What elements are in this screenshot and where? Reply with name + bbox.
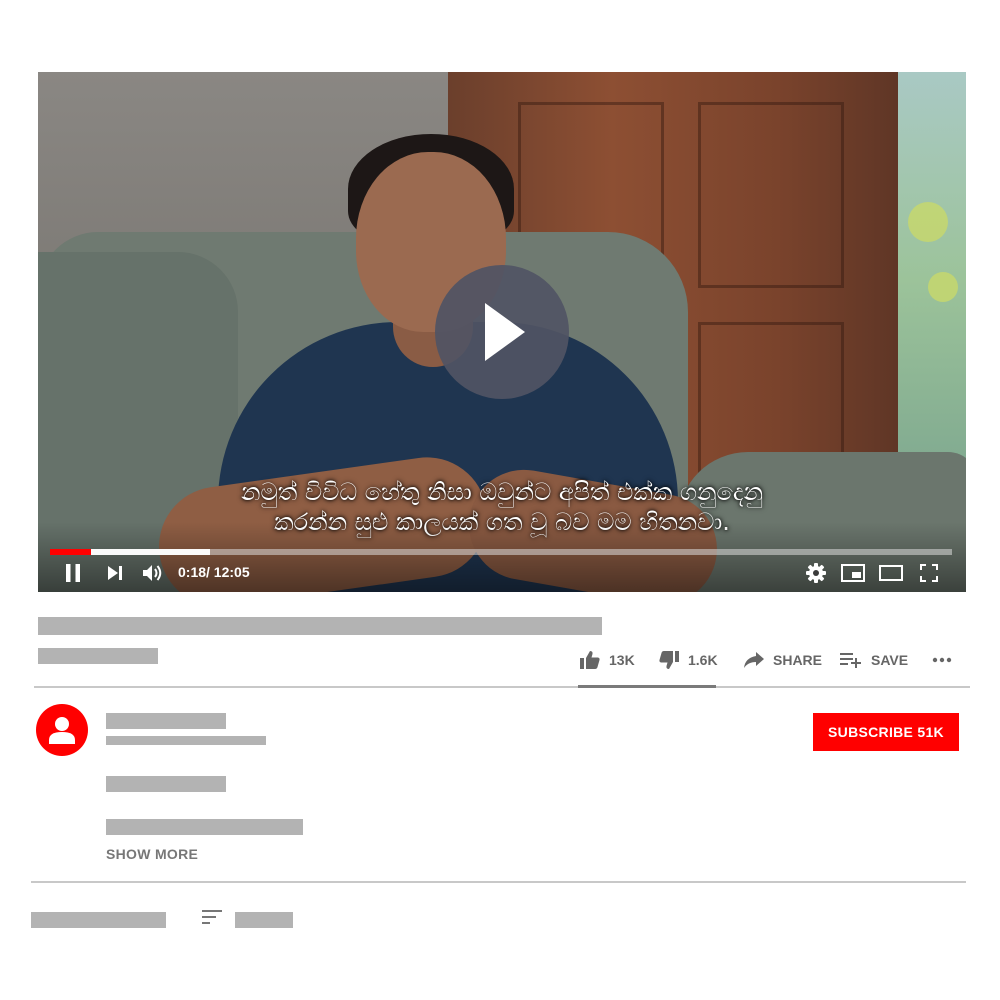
description-placeholder <box>106 776 226 792</box>
user-icon <box>49 717 75 744</box>
duration: / 12:05 <box>206 564 250 580</box>
thumbs-up-icon <box>580 651 600 669</box>
view-count-placeholder <box>38 648 158 664</box>
miniplayer-icon <box>841 564 865 582</box>
more-horizontal-icon <box>932 657 952 663</box>
comment-count-placeholder <box>31 912 166 928</box>
next-icon <box>108 566 122 580</box>
like-button[interactable]: 13K <box>580 648 635 672</box>
subtitle-line: නමුත් විවිධ හේතු නිසා ඔවුන්ට අපිත් එක්ක … <box>241 478 763 506</box>
video-player[interactable]: නමුත් විවිධ හේතු නිසා ඔවුන්ට අපිත් එක්ක … <box>38 72 966 592</box>
big-play-button[interactable] <box>435 265 569 399</box>
fullscreen-button[interactable] <box>918 562 940 584</box>
theater-icon <box>879 565 903 581</box>
theater-button[interactable] <box>878 562 904 584</box>
share-label: SHARE <box>773 652 823 668</box>
current-time: 0:18 <box>178 564 207 580</box>
like-count: 13K <box>609 652 635 668</box>
dislike-button[interactable]: 1.6K <box>659 648 718 672</box>
more-actions-button[interactable] <box>932 648 961 672</box>
sort-icon <box>202 910 222 924</box>
save-button[interactable]: SAVE <box>840 648 908 672</box>
subscribe-button[interactable]: SUBSCRIBE 51K <box>813 713 959 751</box>
played-bar <box>50 549 91 555</box>
channel-name-placeholder <box>106 713 226 729</box>
pause-button[interactable] <box>62 562 84 584</box>
pause-icon <box>66 564 80 582</box>
share-icon <box>744 652 764 668</box>
sort-button[interactable] <box>202 910 222 929</box>
subscriber-count-placeholder <box>106 736 266 745</box>
fullscreen-icon <box>920 564 938 582</box>
save-label: SAVE <box>871 652 909 668</box>
divider <box>31 881 966 883</box>
progress-bar[interactable] <box>50 549 952 555</box>
settings-button[interactable] <box>804 562 828 584</box>
miniplayer-button[interactable] <box>840 562 866 584</box>
playlist-add-icon <box>840 653 861 668</box>
dislike-count: 1.6K <box>688 652 718 668</box>
sort-label-placeholder <box>235 912 293 928</box>
channel-avatar[interactable] <box>36 704 88 756</box>
description-placeholder <box>106 819 303 835</box>
show-more-button[interactable]: SHOW MORE <box>106 846 198 862</box>
settings-icon <box>806 563 826 583</box>
volume-button[interactable] <box>140 562 166 584</box>
share-button[interactable]: SHARE <box>744 648 822 672</box>
play-icon <box>485 303 525 361</box>
divider <box>34 686 970 688</box>
next-button[interactable] <box>104 562 126 584</box>
video-title-placeholder <box>38 617 602 635</box>
thumbs-down-icon <box>659 651 679 669</box>
time-display: 0:18/ 12:05 <box>178 564 250 580</box>
sentiment-bar <box>578 685 716 688</box>
volume-icon <box>143 565 162 581</box>
